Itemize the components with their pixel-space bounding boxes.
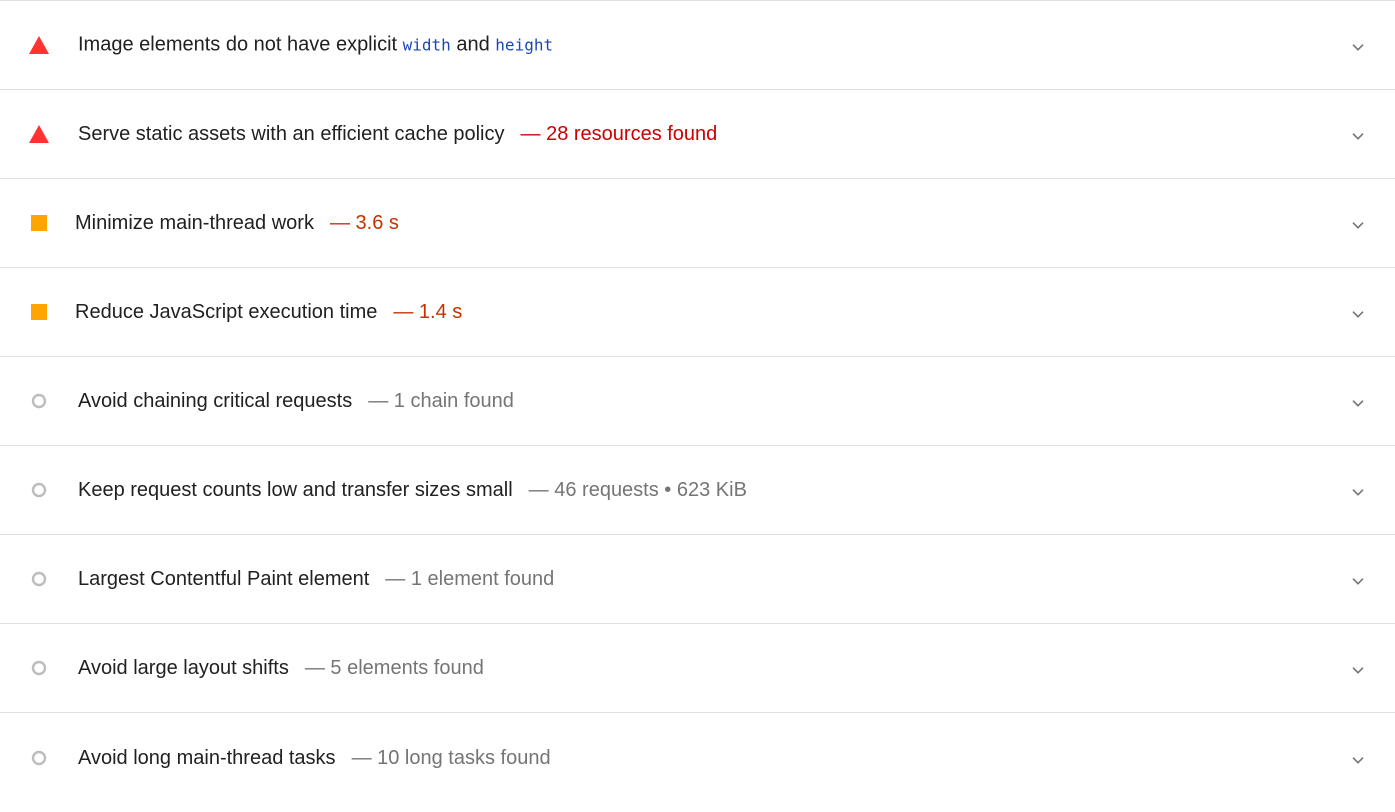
audit-title: Image elements do not have explicit widt… [78, 33, 554, 56]
code-width: width [402, 35, 451, 55]
chevron-down-icon[interactable] [1349, 306, 1367, 324]
info-circle-icon [28, 568, 50, 590]
audit-title: Largest Contentful Paint element — 1 elem… [78, 568, 555, 590]
audit-title: Keep request counts low and transfer siz… [78, 479, 747, 501]
audit-display-value: — 1 element found [385, 568, 555, 590]
info-circle-icon [28, 747, 50, 769]
chevron-down-icon[interactable] [1349, 751, 1367, 769]
chevron-down-icon[interactable] [1349, 395, 1367, 413]
info-circle-icon [28, 390, 50, 412]
audit-display-value: — 1 chain found [368, 390, 514, 412]
chevron-down-icon[interactable] [1349, 128, 1367, 146]
audit-display-value: — 46 requests • 623 KiB [528, 479, 747, 501]
audit-title: Avoid large layout shifts — 5 elements fo… [78, 657, 484, 679]
audit-row-layout-shifts[interactable]: Avoid large layout shifts — 5 elements fo… [0, 624, 1395, 713]
chevron-down-icon[interactable] [1349, 484, 1367, 502]
audit-display-value: — 5 elements found [304, 657, 484, 679]
audit-row-lcp-element[interactable]: Largest Contentful Paint element — 1 elem… [0, 535, 1395, 624]
audit-display-value: — 3.6 s [329, 212, 399, 234]
chevron-down-icon[interactable] [1349, 217, 1367, 235]
chevron-down-icon[interactable] [1349, 39, 1367, 57]
audit-row-main-thread-work[interactable]: Minimize main-thread work — 3.6 s [0, 179, 1395, 268]
audit-title: Avoid long main-thread tasks — 10 long ta… [78, 746, 551, 769]
audit-row-cache-policy[interactable]: Serve static assets with an efficient ca… [0, 90, 1395, 179]
chevron-down-icon[interactable] [1349, 662, 1367, 680]
audit-title: Serve static assets with an efficient ca… [78, 123, 718, 145]
audit-row-resource-summary[interactable]: Keep request counts low and transfer siz… [0, 446, 1395, 535]
audit-list: Image elements do not have explicit widt… [0, 0, 1395, 802]
audit-title: Minimize main-thread work — 3.6 s [75, 212, 399, 234]
audit-row-critical-chains[interactable]: Avoid chaining critical requests — 1 chai… [0, 357, 1395, 446]
audit-display-value: — 28 resources found [520, 123, 718, 145]
orange-square-icon [28, 212, 50, 234]
orange-square-icon [28, 301, 50, 323]
info-circle-icon [28, 479, 50, 501]
chevron-down-icon[interactable] [1349, 573, 1367, 591]
audit-title: Avoid chaining critical requests — 1 chai… [78, 390, 514, 412]
audit-row-unsized-images[interactable]: Image elements do not have explicit widt… [0, 1, 1395, 90]
audit-display-value: — 1.4 s [393, 301, 463, 323]
audit-row-long-tasks[interactable]: Avoid long main-thread tasks — 10 long ta… [0, 713, 1395, 802]
warning-triangle-icon [28, 34, 50, 56]
info-circle-icon [28, 657, 50, 679]
audit-row-js-execution[interactable]: Reduce JavaScript execution time — 1.4 s [0, 268, 1395, 357]
code-height: height [495, 35, 554, 55]
warning-triangle-icon [28, 123, 50, 145]
audit-display-value: — 10 long tasks found [351, 746, 551, 769]
audit-title: Reduce JavaScript execution time — 1.4 s [75, 301, 463, 323]
